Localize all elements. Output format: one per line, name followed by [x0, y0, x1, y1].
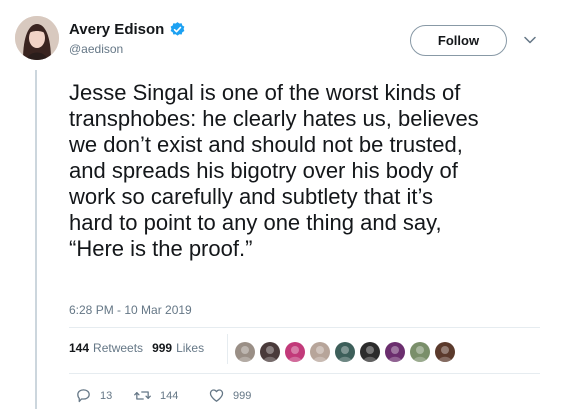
tweet-text: Jesse Singal is one of the worst kinds o… — [69, 80, 479, 261]
divider — [69, 327, 540, 328]
verified-badge-icon — [169, 21, 186, 38]
liker-avatars — [234, 341, 459, 363]
liker-avatar[interactable] — [409, 341, 431, 363]
reply-button[interactable]: 13 — [75, 387, 133, 404]
retweet-button[interactable]: 144 — [133, 387, 208, 404]
liker-avatar[interactable] — [359, 341, 381, 363]
thread-line — [35, 70, 37, 409]
likes-count: 999 — [152, 341, 173, 355]
retweet-count: 144 — [160, 389, 179, 402]
liker-avatar[interactable] — [234, 341, 256, 363]
heart-icon — [209, 389, 224, 402]
liker-avatar[interactable] — [334, 341, 356, 363]
tweet-actions: 13 144 999 — [75, 387, 268, 404]
like-count: 999 — [233, 389, 252, 402]
retweets-stat[interactable]: 144 Retweets — [69, 341, 143, 355]
engagement-stats: 144 Retweets 999 Likes — [69, 341, 213, 355]
handle[interactable]: @aedison — [69, 42, 123, 56]
likes-stat[interactable]: 999 Likes — [152, 341, 204, 355]
likes-label: Likes — [176, 341, 205, 355]
chevron-down-icon[interactable] — [524, 36, 536, 44]
divider — [69, 373, 540, 374]
reply-icon — [77, 389, 90, 403]
like-button[interactable]: 999 — [208, 387, 268, 404]
reply-count: 13 — [100, 389, 113, 402]
retweets-label: Retweets — [93, 341, 144, 355]
stats-separator — [227, 334, 228, 364]
retweet-icon — [134, 391, 151, 400]
liker-avatar[interactable] — [384, 341, 406, 363]
liker-avatar[interactable] — [259, 341, 281, 363]
avatar[interactable] — [15, 16, 59, 60]
liker-avatar[interactable] — [434, 341, 456, 363]
liker-avatar[interactable] — [309, 341, 331, 363]
display-name[interactable]: Avery Edison — [69, 21, 164, 38]
timestamp[interactable]: 6:28 PM - 10 Mar 2019 — [69, 303, 192, 317]
follow-button[interactable]: Follow — [410, 25, 507, 56]
author-name-row: Avery Edison — [69, 21, 186, 38]
retweets-count: 144 — [69, 341, 90, 355]
liker-avatar[interactable] — [284, 341, 306, 363]
